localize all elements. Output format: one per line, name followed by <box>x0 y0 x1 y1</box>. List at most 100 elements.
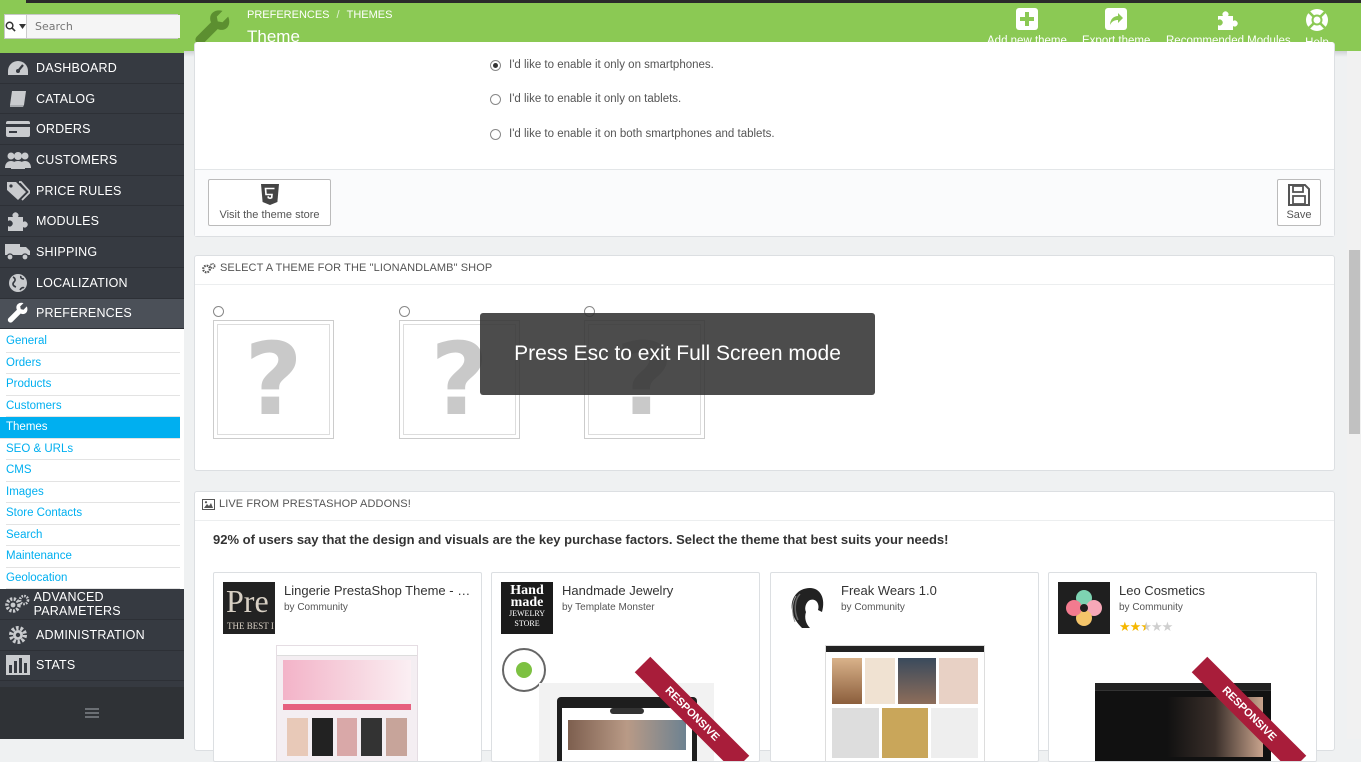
theme-placeholder-1: ? <box>217 321 330 438</box>
sidebar-item-localization[interactable]: LOCALIZATION <box>0 268 184 299</box>
sidebar-item-label: STATS <box>36 658 76 673</box>
handmade-logo-line2: made <box>510 595 544 610</box>
lifebuoy-icon <box>1306 9 1328 31</box>
star-half-icon: ★ <box>1140 620 1152 635</box>
credit-card-icon <box>0 121 36 138</box>
lingerie-screenshot[interactable] <box>276 645 418 761</box>
sidebar-item-label: MODULES <box>36 214 100 229</box>
sidebar-item-label: PREFERENCES <box>36 306 132 321</box>
submenu-item-store-contacts[interactable]: Store Contacts <box>6 503 180 525</box>
book-icon <box>0 90 36 108</box>
sidebar-item-stats[interactable]: STATS <box>0 651 184 682</box>
select-theme-heading-text: SELECT A THEME FOR THE "LIONANDLAMB" SHO… <box>220 262 493 274</box>
sidebar-item-label: ADMINISTRATION <box>36 627 145 642</box>
heading-divider <box>195 520 1334 521</box>
share-square-icon <box>1105 8 1128 30</box>
addon-card-lingerie[interactable]: Pre THE BEST I Lingerie PrestaShop Theme… <box>213 572 482 762</box>
addons-heading-text: LIVE FROM PRESTASHOP ADDONS! <box>219 498 411 510</box>
addons-panel: LIVE FROM PRESTASHOP ADDONS! 92% of user… <box>194 491 1335 762</box>
heading-divider <box>195 284 1334 285</box>
sidebar-item-administration[interactable]: ADMINISTRATION <box>0 620 184 651</box>
plus-square-icon <box>1015 8 1038 30</box>
breadcrumb-separator: / <box>336 9 340 21</box>
visit-theme-store-button[interactable]: Visit the theme store <box>208 179 331 226</box>
sidebar-item-catalog[interactable]: CATALOG <box>0 84 184 115</box>
submenu-item-images[interactable]: Images <box>6 482 180 504</box>
submenu-item-search[interactable]: Search <box>6 525 180 547</box>
submenu-item-seo-urls[interactable]: SEO & URLs <box>6 439 180 461</box>
sidebar-item-label: CUSTOMERS <box>36 152 118 167</box>
save-label: Save <box>1286 209 1312 221</box>
collapse-sidebar-button[interactable] <box>0 687 184 739</box>
radio-smartphones[interactable] <box>490 59 501 71</box>
radio-option-tablets[interactable]: I'd like to enable it only on tablets. <box>490 93 681 105</box>
sidebar-item-preferences[interactable]: PREFERENCES <box>0 298 184 330</box>
preferences-submenu: General Orders Products Customers Themes SEO … <box>0 329 184 590</box>
addon-author: by Community <box>1119 602 1183 613</box>
submenu-item-cms[interactable]: CMS <box>6 460 180 482</box>
addon-author: by Template Monster <box>562 602 655 613</box>
sidebar-item-shipping[interactable]: SHIPPING <box>0 237 184 268</box>
page-scrollbar[interactable] <box>1347 51 1361 739</box>
theme-radio-1[interactable] <box>213 306 224 317</box>
sidebar-item-label: SHIPPING <box>36 244 98 259</box>
breadcrumb: PREFERENCES / THEMES <box>247 9 392 21</box>
star-empty-icon: ★ <box>1161 620 1174 635</box>
addon-name[interactable]: Lingerie PrestaShop Theme - Lin... <box>284 583 474 598</box>
select-theme-heading: SELECT A THEME FOR THE "LIONANDLAMB" SHO… <box>202 262 492 274</box>
addons-tagline: 92% of users say that the design and vis… <box>213 532 949 547</box>
sidebar-item-dashboard[interactable]: DASHBOARD <box>0 53 184 84</box>
puzzle-icon <box>0 211 36 232</box>
radio-both-label: I'd like to enable it on both smartphone… <box>509 128 775 140</box>
radio-option-both[interactable]: I'd like to enable it on both smartphone… <box>490 128 775 140</box>
theme-radio-2[interactable] <box>399 306 410 317</box>
addon-name[interactable]: Freak Wears 1.0 <box>841 583 1031 598</box>
breadcrumb-preferences[interactable]: PREFERENCES <box>247 9 330 21</box>
addon-rating: ★★★★★ <box>1119 620 1174 635</box>
submenu-item-orders[interactable]: Orders <box>6 353 180 375</box>
save-icon <box>1288 184 1310 206</box>
globe-icon <box>0 273 36 293</box>
bar-chart-icon <box>0 655 36 676</box>
sidebar-item-price-rules[interactable]: PRICE RULES <box>0 176 184 207</box>
search-scope-dropdown[interactable] <box>5 15 27 38</box>
search-area <box>0 3 184 53</box>
addon-name[interactable]: Handmade Jewelry <box>562 583 752 598</box>
radio-option-smartphones[interactable]: I'd like to enable it only on smartphone… <box>490 59 714 71</box>
sidebar-item-advanced-parameters[interactable]: ADVANCED PARAMETERS <box>0 589 184 620</box>
submenu-item-geolocation[interactable]: Geolocation <box>6 568 180 590</box>
submenu-item-maintenance[interactable]: Maintenance <box>6 546 180 568</box>
picture-icon <box>202 498 215 510</box>
breadcrumb-themes[interactable]: THEMES <box>347 9 393 21</box>
addon-card-leo-cosmetics[interactable]: Leo Cosmetics by Community ★★★★★ RESPONS… <box>1048 572 1317 762</box>
sidebar-item-customers[interactable]: CUSTOMERS <box>0 145 184 176</box>
addons-heading: LIVE FROM PRESTASHOP ADDONS! <box>202 498 411 510</box>
submenu-item-products[interactable]: Products <box>6 374 180 396</box>
fullscreen-notice: Press Esc to exit Full Screen mode <box>480 313 875 395</box>
radio-both[interactable] <box>490 128 501 140</box>
addon-author: by Community <box>841 602 905 613</box>
sidebar-item-label: ORDERS <box>36 122 91 137</box>
submenu-item-themes[interactable]: Themes <box>0 417 180 439</box>
sidebar-item-orders[interactable]: ORDERS <box>0 114 184 146</box>
search-input[interactable] <box>27 15 180 38</box>
handmade-logo-line3: JEWELRY <box>509 609 545 618</box>
sidebar-item-modules[interactable]: MODULES <box>0 206 184 238</box>
save-button[interactable]: Save <box>1277 179 1321 226</box>
addon-name[interactable]: Leo Cosmetics <box>1119 583 1309 598</box>
main-menu: DASHBOARD CATALOG ORDERS CUSTOMERS PRICE RUL… <box>0 53 184 330</box>
star-icon: ★ <box>1119 620 1131 635</box>
addon-author: by Community <box>284 602 348 613</box>
addon-card-handmade-jewelry[interactable]: Hand made JEWELRY STORE Handmade Jewelry… <box>491 572 760 762</box>
search-box <box>4 14 180 39</box>
submenu-item-customers[interactable]: Customers <box>6 396 180 418</box>
addon-card-freak-wears[interactable]: Freak Wears 1.0 by Community <box>770 572 1039 762</box>
scrollbar-thumb[interactable] <box>1349 250 1360 434</box>
freak-wears-screenshot[interactable] <box>825 645 985 761</box>
handmade-logo: Hand made JEWELRY STORE <box>501 582 553 634</box>
radio-tablets[interactable] <box>490 93 501 105</box>
theme-thumbnail-1[interactable]: ? <box>213 320 334 439</box>
submenu-item-general[interactable]: General <box>6 331 180 353</box>
handmade-logo-line4: STORE <box>514 619 540 628</box>
sidebar-item-label: CATALOG <box>36 91 96 106</box>
